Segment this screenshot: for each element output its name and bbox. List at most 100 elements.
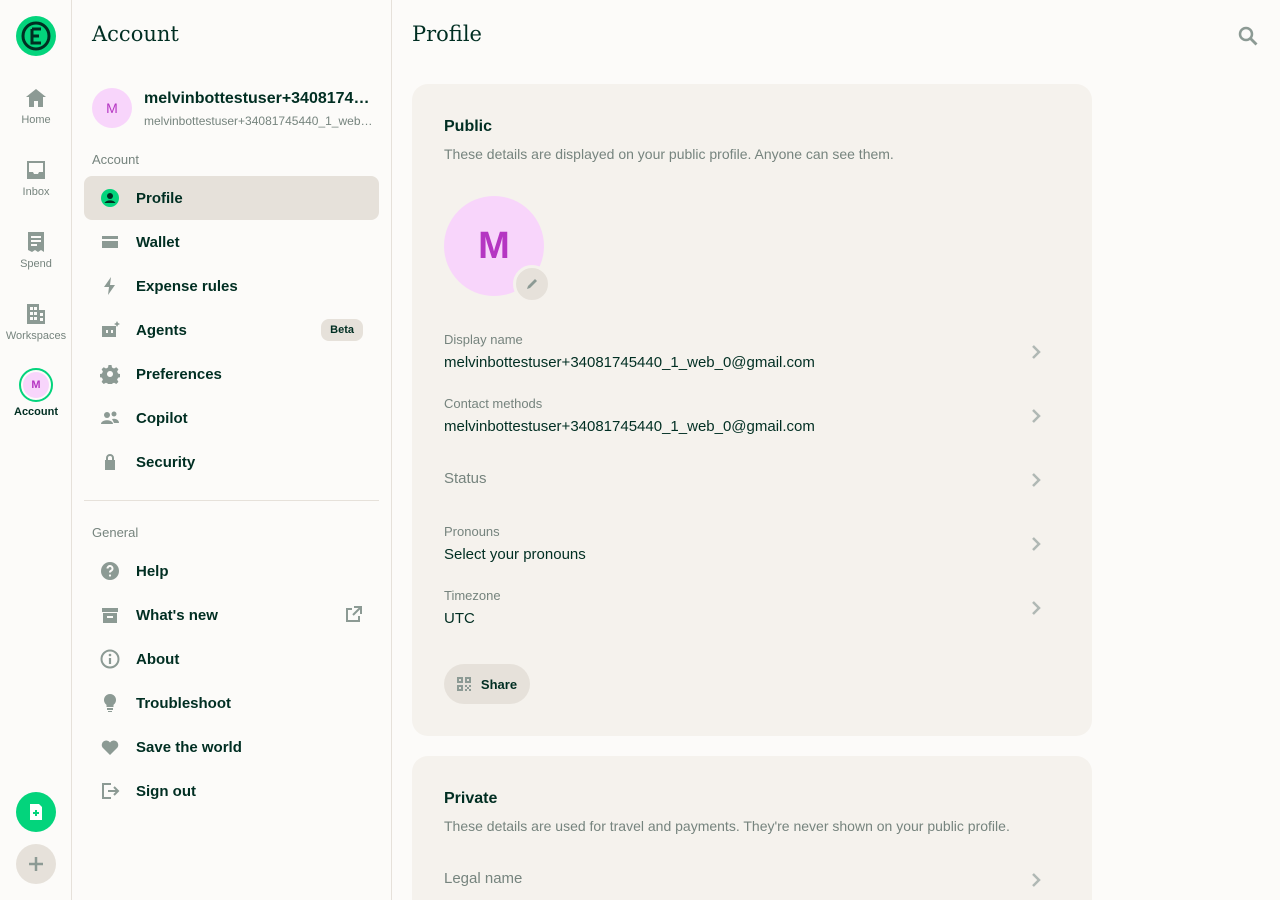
rail-workspaces[interactable]: Workspaces: [0, 302, 72, 342]
search-button[interactable]: [1236, 24, 1260, 48]
rail-inbox[interactable]: Inbox: [0, 158, 72, 198]
sidebar-item-troubleshoot[interactable]: Troubleshoot: [84, 681, 379, 725]
sidebar-item-label: Troubleshoot: [136, 694, 231, 712]
user-summary[interactable]: M melvinbottestuser+34081745440_1_web_0@…: [92, 86, 382, 130]
add-button[interactable]: [16, 844, 56, 884]
sidebar-item-copilot[interactable]: Copilot: [84, 396, 379, 440]
lock-icon: [100, 452, 120, 472]
sidebar-item-label: Help: [136, 562, 169, 580]
sidebar-item-label: Preferences: [136, 365, 222, 383]
row-value: melvinbottestuser+34081745440_1_web_0@gm…: [444, 418, 815, 435]
expensify-logo[interactable]: [16, 16, 56, 56]
sidebar-item-label: Profile: [136, 189, 183, 207]
left-rail: Home Inbox Spend Workspaces M Account: [0, 0, 72, 900]
share-label: Share: [480, 676, 518, 692]
contact-methods-row[interactable]: Contact methods melvinbottestuser+340817…: [432, 388, 1072, 444]
sidebar-item-whats-new[interactable]: What's new: [84, 593, 379, 637]
sidebar-item-help[interactable]: Help: [84, 549, 379, 593]
sidebar-item-agents[interactable]: Agents Beta: [84, 308, 379, 352]
sidebar-item-label: Security: [136, 453, 196, 471]
row-label: Status: [444, 470, 487, 487]
sidebar-item-sign-out[interactable]: Sign out: [84, 769, 379, 813]
timezone-row[interactable]: Timezone UTC: [432, 580, 1072, 636]
sidebar-item-about[interactable]: About: [84, 637, 379, 681]
chevron-right-icon: [1032, 601, 1041, 615]
public-section: Public These details are displayed on yo…: [412, 84, 1092, 736]
chevron-right-icon: [1032, 473, 1041, 487]
search-icon: [1238, 26, 1258, 46]
sidebar-item-label: About: [136, 650, 180, 668]
section-label-general: General: [92, 525, 139, 540]
chevron-right-icon: [1032, 537, 1041, 551]
rail-spend-label: Spend: [20, 258, 52, 270]
beta-badge: Beta: [321, 319, 363, 341]
legal-name-row[interactable]: Legal name: [432, 852, 1072, 900]
rail-spend[interactable]: Spend: [0, 230, 72, 270]
home-icon: [26, 89, 46, 107]
row-label: Pronouns: [444, 524, 500, 539]
lightning-icon: [100, 276, 120, 296]
sidebar-item-label: Save the world: [136, 738, 242, 756]
share-button[interactable]: Share: [444, 664, 530, 704]
private-section: Private These details are used for trave…: [412, 756, 1092, 900]
sidebar-item-save-the-world[interactable]: Save the world: [84, 725, 379, 769]
sign-out-icon: [100, 781, 120, 801]
chevron-right-icon: [1032, 873, 1041, 887]
row-label: Contact methods: [444, 396, 543, 411]
logo-icon: [21, 21, 51, 51]
chevron-right-icon: [1032, 409, 1041, 423]
rail-home-label: Home: [21, 114, 51, 126]
divider: [84, 500, 379, 501]
section-subtitle: These details are displayed on your publ…: [444, 146, 894, 162]
sidebar-item-preferences[interactable]: Preferences: [84, 352, 379, 396]
user-name: melvinbottestuser+34081745440_1_web_0@gm…: [144, 90, 374, 107]
rail-inbox-label: Inbox: [22, 186, 50, 198]
inbox-icon: [27, 161, 45, 179]
gift-icon: [100, 605, 120, 625]
row-label: Timezone: [444, 588, 501, 603]
sidebar-item-expense-rules[interactable]: Expense rules: [84, 264, 379, 308]
section-label-account: Account: [92, 152, 139, 167]
avatar: M: [19, 368, 53, 402]
row-value: melvinbottestuser+34081745440_1_web_0@gm…: [444, 354, 815, 371]
building-icon: [27, 304, 45, 324]
plus-icon: [29, 857, 43, 871]
avatar: M: [92, 88, 132, 128]
pronouns-row[interactable]: Pronouns Select your pronouns: [432, 516, 1072, 572]
section-subtitle: These details are used for travel and pa…: [444, 818, 1010, 834]
row-label: Legal name: [444, 870, 523, 887]
sidebar-title: Account: [92, 22, 179, 46]
heart-icon: [100, 737, 120, 757]
sidebar-item-label: Sign out: [136, 782, 196, 800]
section-title: Public: [444, 118, 493, 135]
robot-icon: [100, 320, 120, 340]
users-icon: [100, 408, 120, 428]
sidebar-item-label: What's new: [136, 606, 218, 624]
settings-sidebar: Account M melvinbottestuser+34081745440_…: [72, 0, 392, 900]
sidebar-item-label: Copilot: [136, 409, 188, 427]
status-row[interactable]: Status: [432, 452, 1072, 508]
sidebar-item-wallet[interactable]: Wallet: [84, 220, 379, 264]
sidebar-item-security[interactable]: Security: [84, 440, 379, 484]
sidebar-item-label: Agents: [136, 321, 187, 339]
profile-icon: [100, 188, 120, 208]
edit-avatar-button[interactable]: [513, 265, 551, 303]
sidebar-item-label: Expense rules: [136, 277, 238, 295]
receipt-icon: [28, 232, 44, 252]
sidebar-item-profile[interactable]: Profile: [84, 176, 379, 220]
external-link-icon: [343, 605, 363, 629]
page-title: Profile: [412, 22, 482, 46]
user-email: melvinbottestuser+34081745440_1_web_0@gm…: [144, 114, 374, 128]
row-label: Display name: [444, 332, 523, 347]
display-name-row[interactable]: Display name melvinbottestuser+340817454…: [432, 324, 1072, 380]
create-button[interactable]: [16, 792, 56, 832]
section-title: Private: [444, 790, 498, 807]
rail-workspaces-label: Workspaces: [5, 330, 67, 342]
row-value: Select your pronouns: [444, 546, 586, 563]
lightbulb-icon: [100, 693, 120, 713]
rail-home[interactable]: Home: [0, 86, 72, 126]
rail-account-label: Account: [14, 406, 58, 418]
rail-account[interactable]: M Account: [0, 368, 72, 418]
qr-code-icon: [456, 677, 471, 691]
gear-icon: [100, 364, 120, 384]
